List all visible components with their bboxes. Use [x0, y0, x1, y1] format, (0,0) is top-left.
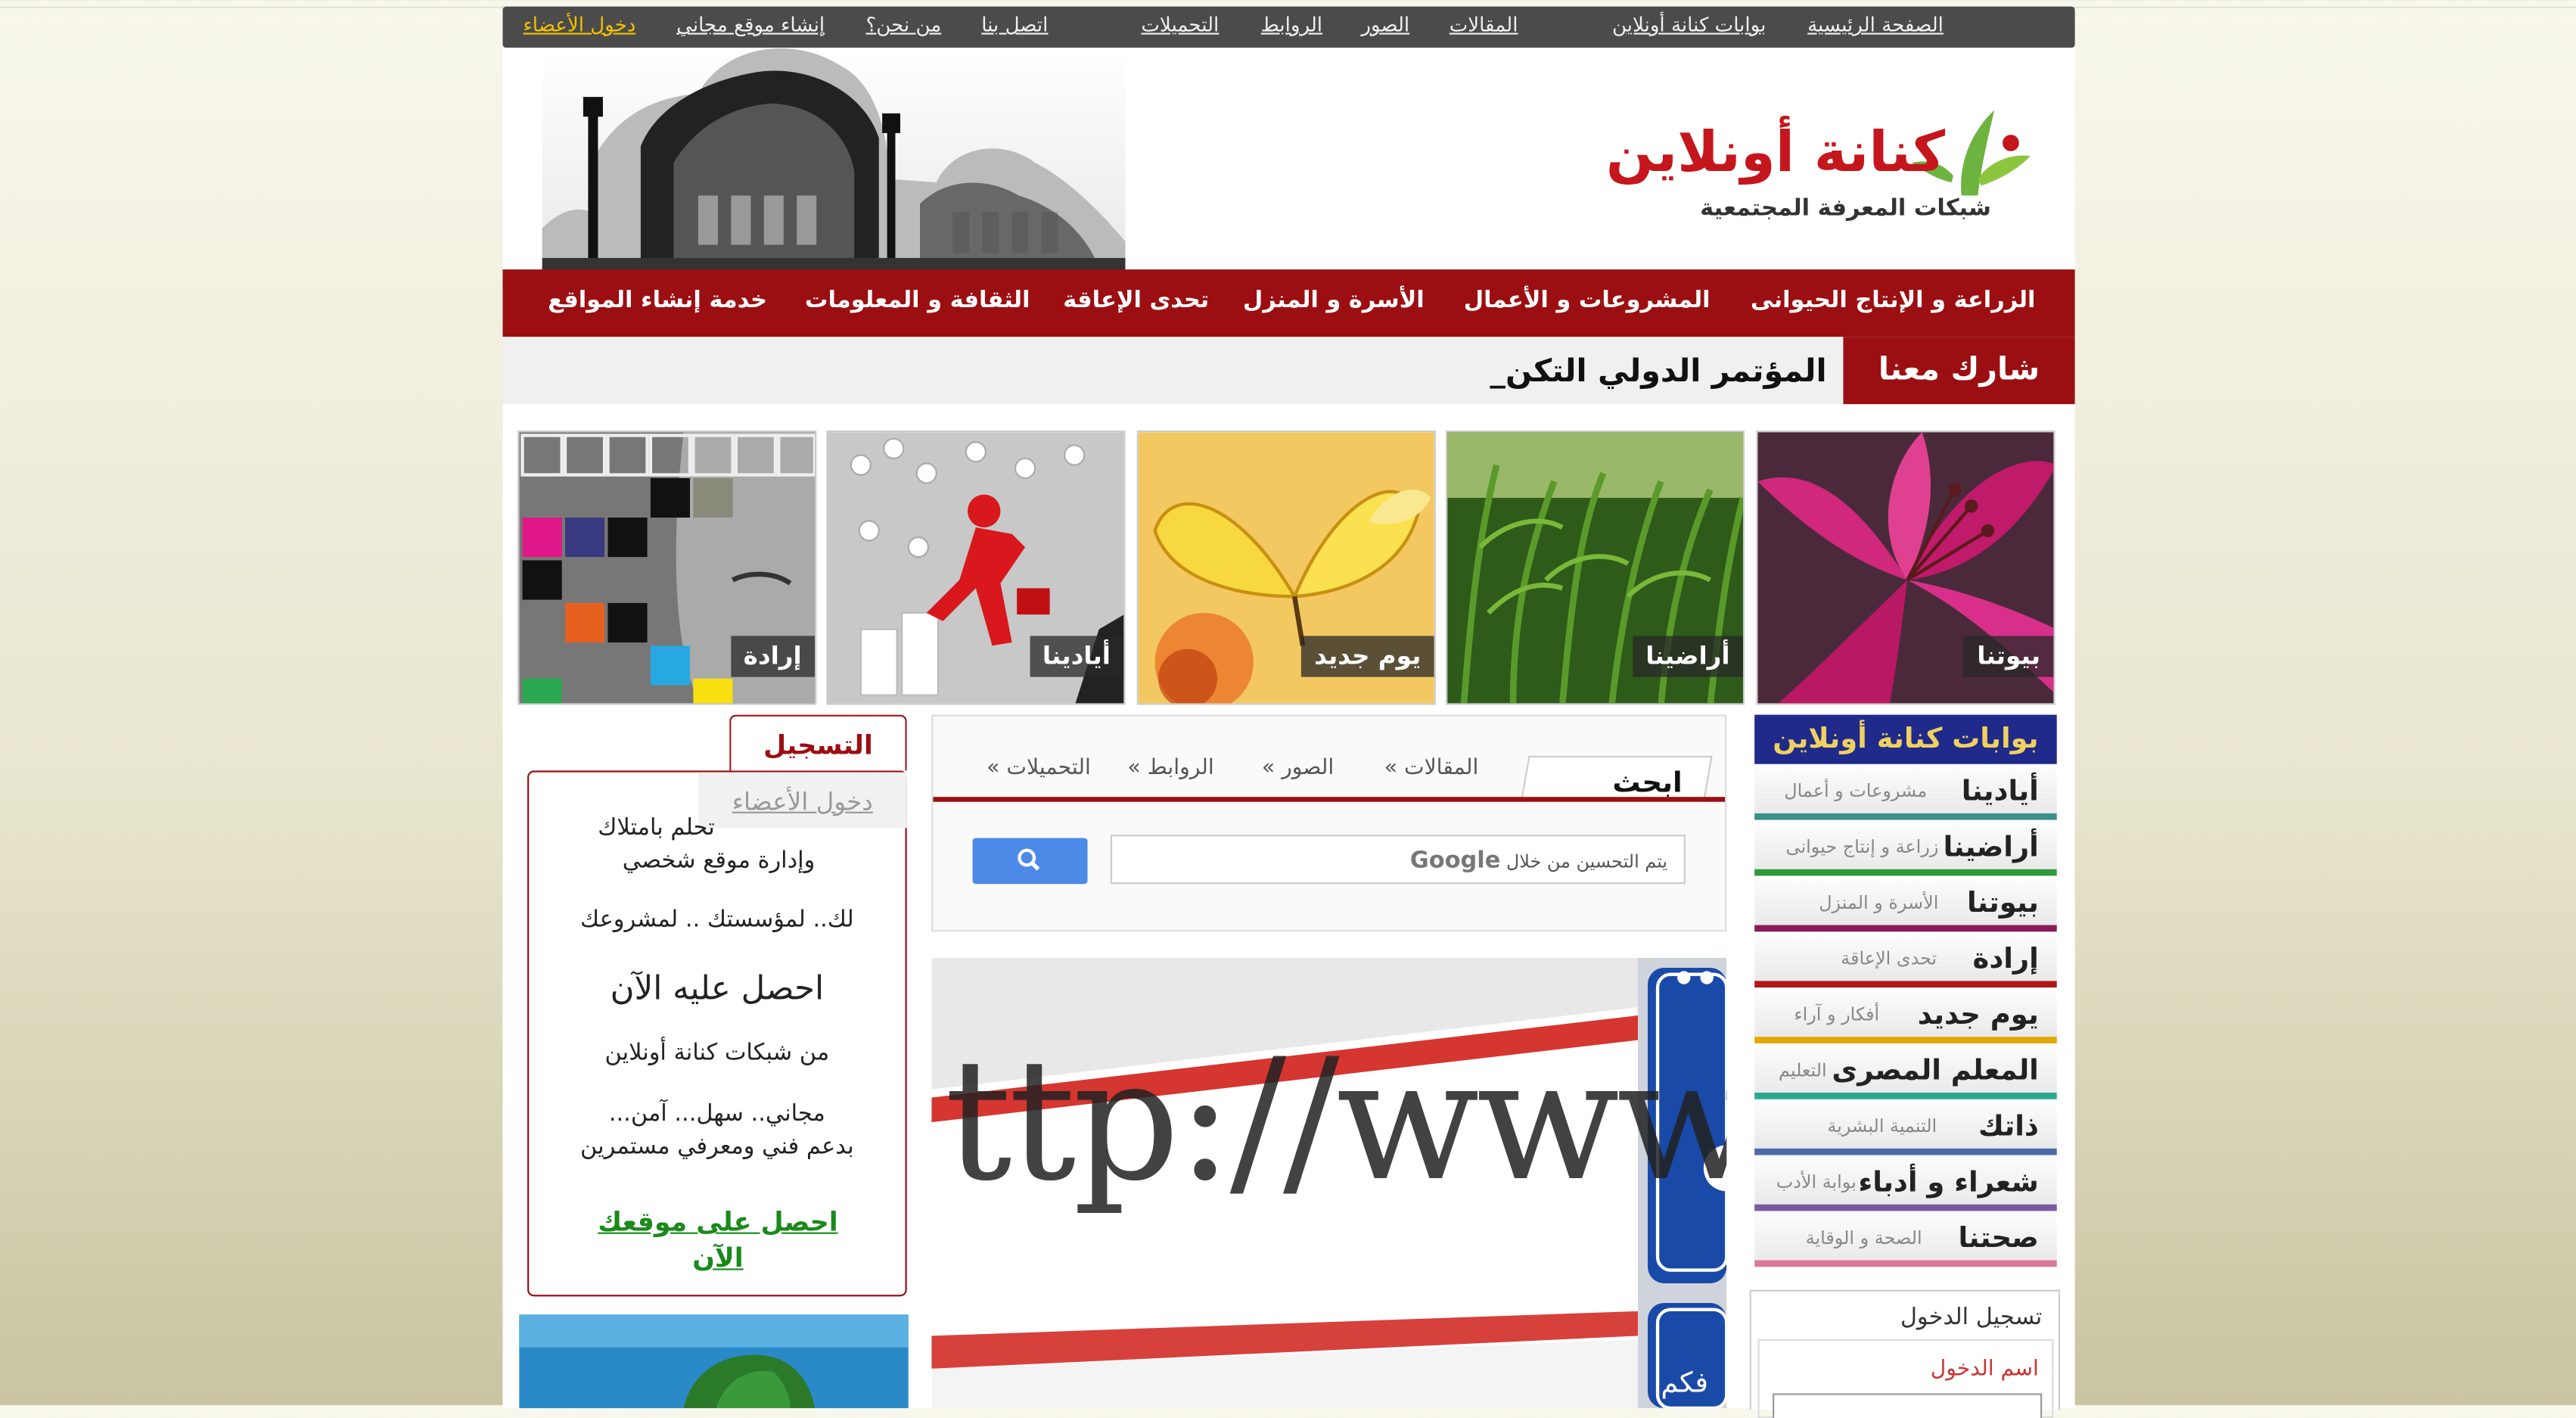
- register-line-5: من شبكات كنانة أونلاين: [604, 1040, 830, 1067]
- portal-item-new-day[interactable]: يوم جديد أفكار و آراء: [1754, 990, 2057, 1043]
- portal-name: صحتنا: [1958, 1222, 2039, 1256]
- page: الصفحة الرئيسية بوابات كنانة أونلاين الم…: [0, 0, 2576, 1418]
- username-input[interactable]: [1773, 1393, 2043, 1418]
- top-link-links[interactable]: الروابط: [1261, 13, 1322, 36]
- portal-name: بيوتنا: [1966, 887, 2039, 921]
- register-line-3: لك.. لمؤسستك .. لمشروعك: [580, 906, 854, 934]
- portal-name: شعراء و أدباء: [1858, 1166, 2039, 1200]
- login-box: تسجيل الدخول اسم الدخول: [1749, 1289, 2061, 1418]
- nav-site-service[interactable]: خدمة إنشاء المواقع: [548, 288, 767, 314]
- top-link-home[interactable]: الصفحة الرئيسية: [1807, 13, 1944, 36]
- portal-item-self[interactable]: ذاتك التنمية البشرية: [1754, 1102, 2057, 1155]
- portal-item-hands[interactable]: أيادينا مشروعات و أعمال: [1754, 767, 2057, 820]
- site-header: كنانة أونلاين شبكات المعرفة المجتمعية: [502, 47, 2075, 272]
- portal-name: يوم جديد: [1917, 999, 2039, 1032]
- portal-item-poets[interactable]: شعراء و أدباء بوابة الأدب: [1754, 1158, 2057, 1211]
- top-link-about[interactable]: من نحن؟: [865, 13, 941, 36]
- top-link-photos[interactable]: الصور: [1361, 13, 1409, 36]
- tile-lands[interactable]: أراضينا: [1445, 430, 1745, 705]
- logo-title: كنانة أونلاين: [1605, 120, 1946, 186]
- register-line-4: احصل عليه الآن: [610, 968, 825, 1008]
- portal-name: أراضينا: [1943, 831, 2039, 865]
- news-ticker: شارك معنا المؤتمر الدولي التكن_: [502, 337, 2075, 406]
- portal-name: إرادة: [1972, 943, 2039, 976]
- top-link-portals[interactable]: بوابات كنانة أونلاين: [1612, 13, 1766, 36]
- tile-caption: أراضينا: [1632, 636, 1743, 677]
- portal-name: المعلم المصرى: [1832, 1055, 2039, 1088]
- tab-downloads[interactable]: التحميلات »: [987, 756, 1091, 781]
- tile-caption: بيوتنا: [1963, 636, 2054, 677]
- search-hint: يتم التحسين من خلال Google: [1409, 847, 1668, 875]
- search-button[interactable]: [972, 838, 1088, 885]
- nav-agriculture[interactable]: الزراعة و الإنتاج الحيوانى: [1751, 288, 2036, 314]
- tile-will[interactable]: إرادة: [517, 430, 817, 705]
- portal-subtitle: التعليم: [1779, 1059, 1827, 1081]
- ticker-headline[interactable]: المؤتمر الدولي التكن_: [1490, 353, 1826, 390]
- tile-caption: أيادينا: [1029, 636, 1124, 677]
- portals-title: بوابات كنانة أونلاين: [1754, 714, 2057, 764]
- search-panel: ابحث المقالات » الصور » الروابط » التحمي…: [931, 714, 1727, 932]
- nature-image: [519, 1314, 909, 1408]
- register-line-1: تحلم بامتلاك: [598, 815, 715, 841]
- tile-new-day[interactable]: يوم جديد: [1136, 430, 1436, 705]
- nav-culture[interactable]: الثقافة و المعلومات: [805, 288, 1030, 314]
- mosque-illustration: [542, 47, 1126, 272]
- tab-register[interactable]: التسجيل: [729, 714, 907, 771]
- login-title: تسجيل الدخول: [1900, 1304, 2043, 1331]
- banner-side-text: فكم: [1661, 1367, 1709, 1401]
- search-tabs: المقالات » الصور » الروابط » التحميلات »: [933, 739, 1725, 795]
- portal-item-will[interactable]: إرادة تحدى الإعاقة: [1754, 934, 2057, 988]
- google-wordmark: Google: [1409, 847, 1501, 875]
- portal-subtitle: الأسرة و المنزل: [1819, 892, 1939, 914]
- portal-item-teacher[interactable]: المعلم المصرى التعليم: [1754, 1046, 2057, 1099]
- register-line-2: وإدارة موقع شخصي: [622, 847, 816, 875]
- site-logo[interactable]: كنانة أونلاين شبكات المعرفة المجتمعية: [1606, 97, 2043, 244]
- get-site-link[interactable]: احصل على موقعك الآن: [542, 1205, 894, 1277]
- search-icon: [1018, 848, 1040, 871]
- top-link-create-site[interactable]: إنشاء موقع مجاني: [676, 13, 825, 36]
- portal-subtitle: مشروعات و أعمال: [1784, 780, 1928, 802]
- nav-disability[interactable]: تحدى الإعاقة: [1063, 288, 1209, 314]
- tab-articles[interactable]: المقالات »: [1384, 756, 1479, 781]
- portal-subtitle: زراعة و إنتاج حيوانى: [1785, 836, 1939, 858]
- main-navigation: الزراعة و الإنتاج الحيوانى المشروعات و ا…: [502, 269, 2075, 337]
- portal-subtitle: الصحة و الوقاية: [1805, 1227, 1922, 1249]
- username-label: اسم الدخول: [1930, 1357, 2039, 1382]
- featured-banner[interactable]: ttp://www فكم: [931, 957, 1727, 1408]
- tile-caption: يوم جديد: [1300, 636, 1434, 677]
- tile-houses[interactable]: بيوتنا: [1756, 430, 2056, 705]
- top-bar: الصفحة الرئيسية بوابات كنانة أونلاين الم…: [502, 6, 2075, 48]
- top-link-contact[interactable]: اتصل بنا: [981, 13, 1048, 36]
- share-with-us-label[interactable]: شارك معنا: [1843, 337, 2075, 405]
- portal-subtitle: التنمية البشرية: [1827, 1115, 1937, 1137]
- top-link-articles[interactable]: المقالات: [1450, 13, 1518, 36]
- portal-name: أيادينا: [1961, 775, 2039, 809]
- banner-url-text: ttp://www: [944, 1023, 1727, 1220]
- get-site-link-line-1: احصل على موقعك: [598, 1205, 838, 1238]
- top-link-member-login[interactable]: دخول الأعضاء: [524, 13, 636, 36]
- portal-item-houses[interactable]: بيوتنا الأسرة و المنزل: [1754, 878, 2057, 932]
- search-input[interactable]: يتم التحسين من خلال Google: [1110, 835, 1686, 885]
- search-divider: [933, 797, 1726, 802]
- logo-subtitle: شبكات المعرفة المجتمعية: [1700, 195, 1991, 222]
- portal-subtitle: تحدى الإعاقة: [1841, 947, 1937, 970]
- tile-hands[interactable]: أيادينا: [826, 430, 1126, 705]
- get-site-link-line-2: الآن: [692, 1242, 744, 1273]
- portal-name: ذاتك: [1978, 1110, 2039, 1144]
- register-line-6: مجاني.. سهل... آمن...: [608, 1100, 825, 1127]
- portal-subtitle: أفكار و آراء: [1794, 1003, 1880, 1026]
- top-link-downloads[interactable]: التحميلات: [1141, 13, 1219, 36]
- tab-links[interactable]: الروابط »: [1127, 756, 1213, 781]
- portal-item-health[interactable]: صحتنا الصحة و الوقاية: [1754, 1214, 2057, 1267]
- nav-projects[interactable]: المشروعات و الأعمال: [1464, 288, 1711, 314]
- tab-photos[interactable]: الصور »: [1262, 756, 1334, 781]
- tile-caption: إرادة: [730, 636, 816, 677]
- portal-subtitle: بوابة الأدب: [1776, 1171, 1857, 1193]
- register-line-7: بدعم فني ومعرفي مستمرين: [580, 1133, 854, 1161]
- nav-family[interactable]: الأسرة و المنزل: [1243, 288, 1425, 314]
- portal-item-lands[interactable]: أراضينا زراعة و إنتاج حيوانى: [1754, 823, 2057, 876]
